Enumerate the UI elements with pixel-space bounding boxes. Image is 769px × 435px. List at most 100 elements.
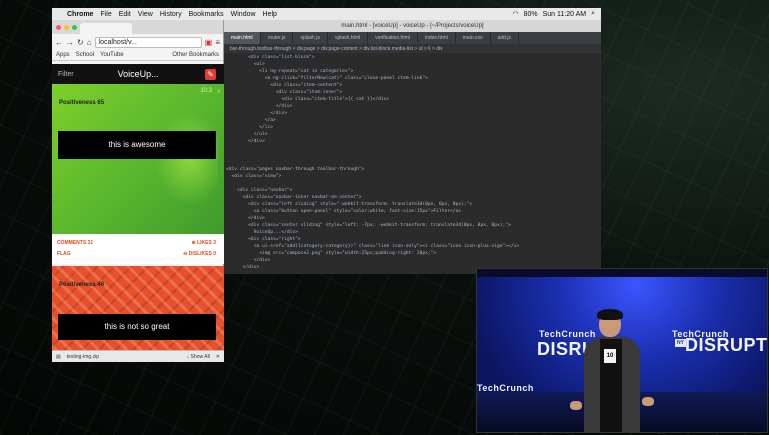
menu-edit[interactable]: Edit xyxy=(119,11,131,18)
search-icon[interactable]: ⌕ xyxy=(591,10,595,18)
address-bar[interactable]: localhost/v... xyxy=(94,36,202,48)
code-line[interactable]: <div class="navbar"> xyxy=(226,187,601,194)
code-line[interactable]: <div class="item-inner"> xyxy=(226,89,601,96)
code-line[interactable]: <li ng-repeat="cat in categories"> xyxy=(226,68,601,75)
code-line[interactable] xyxy=(226,180,601,187)
home-icon[interactable]: ⌂ xyxy=(87,38,92,47)
menu-history[interactable]: History xyxy=(160,11,182,18)
chrome-window: ← → ↻ ⌂ localhost/v... ▣ ≡ Apps School Y… xyxy=(52,20,224,362)
code-line[interactable]: <img src="compose2.png" style="width:25p… xyxy=(226,250,601,257)
code-line[interactable]: <div class="right"> xyxy=(226,236,601,243)
editor-tab[interactable]: splash.js xyxy=(293,32,328,44)
code-line[interactable]: </ul> xyxy=(226,131,601,138)
battery-percent[interactable]: 80% xyxy=(524,11,538,18)
code-line[interactable]: </li> xyxy=(226,124,601,131)
editor-tab[interactable]: router.js xyxy=(261,32,294,44)
menubar-clock[interactable]: Sun 11:20 AM xyxy=(543,11,586,18)
dislikes-count: DISLIKES 0 xyxy=(188,251,216,257)
app-navbar: Filter VoiceUp... ✎ xyxy=(52,64,224,84)
editor-tab[interactable]: main.css xyxy=(456,32,491,44)
speaker-hand xyxy=(570,401,582,410)
close-icon[interactable]: ✕ xyxy=(216,354,220,360)
code-line[interactable]: </div> xyxy=(226,215,601,222)
code-line[interactable]: <div class="navbar-inner navbar-on-cente… xyxy=(226,194,601,201)
stage-rigging xyxy=(477,269,767,277)
close-window-icon[interactable] xyxy=(56,25,61,30)
code-line[interactable]: <div class="item-title">{{ cat }}</div> xyxy=(226,96,601,103)
browser-tab[interactable] xyxy=(80,23,132,34)
reload-icon[interactable]: ↻ xyxy=(77,38,84,47)
bookmarks-bar: Apps School YouTube Other Bookmarks xyxy=(52,50,223,61)
card-quote: this is awesome xyxy=(58,131,216,159)
code-line[interactable] xyxy=(226,145,601,152)
speaker-hand xyxy=(642,397,654,406)
menu-file[interactable]: File xyxy=(100,11,111,18)
code-editor-window: main.html - [voiceUp] - voiceUp - [~/Pro… xyxy=(224,20,601,274)
card-title: Positiveness 65 xyxy=(59,100,105,106)
bookmark-school[interactable]: School xyxy=(76,52,94,58)
comment-card[interactable]: Positiveness 65 10:3 › xyxy=(52,84,224,234)
card-timestamp: 10:3 xyxy=(200,88,212,94)
code-line[interactable] xyxy=(226,159,601,166)
bookmark-youtube[interactable]: YouTube xyxy=(100,52,124,58)
zoom-window-icon[interactable] xyxy=(72,25,77,30)
menu-bookmarks[interactable]: Bookmarks xyxy=(189,11,224,18)
comments-link[interactable]: COMMENTS 31 xyxy=(57,240,93,246)
code-line[interactable]: </div> xyxy=(226,138,601,145)
code-line[interactable] xyxy=(226,152,601,159)
filter-button[interactable]: Filter xyxy=(58,71,74,78)
editor-tab[interactable]: verification.html xyxy=(368,32,418,44)
forward-icon[interactable]: → xyxy=(66,38,74,47)
bookmark-apps[interactable]: Apps xyxy=(56,52,70,58)
toolbar: ← → ↻ ⌂ localhost/v... ▣ ≡ xyxy=(52,34,223,50)
code-line[interactable]: </div> xyxy=(226,257,601,264)
code-line[interactable]: <div class="center sliding" style="left:… xyxy=(226,222,601,229)
code-line[interactable]: <div class="pages navbar-through toolbar… xyxy=(226,166,601,173)
code-line[interactable]: <a ui-sref="add({category:category})" cl… xyxy=(226,243,601,250)
card-title: Positiveness 46 xyxy=(59,282,105,288)
code-line[interactable]: </div> xyxy=(226,103,601,110)
menubar-app-name[interactable]: Chrome xyxy=(67,11,93,18)
code-line[interactable]: <div class="left sliding" style="-webkit… xyxy=(226,201,601,208)
code-area[interactable]: <div class="list-block"> <ul> <li ng-rep… xyxy=(224,53,601,274)
app-title: VoiceUp... xyxy=(117,69,159,79)
card-quote: this is not so great xyxy=(58,314,216,340)
editor-tab[interactable]: main.html xyxy=(224,32,261,44)
brand-logo: DISRUPT xyxy=(685,335,768,355)
extension-icon[interactable]: ▣ xyxy=(205,38,213,47)
code-line[interactable]: <div class="view"> xyxy=(226,173,601,180)
speaker-video: TechCrunch DISRUPT NY TechCrunch DISRUPT… xyxy=(476,268,768,433)
editor-tab[interactable]: splash.html xyxy=(328,32,369,44)
file-icon: ▤ xyxy=(56,353,61,360)
menu-view[interactable]: View xyxy=(138,11,153,18)
back-icon[interactable]: ← xyxy=(55,38,63,47)
code-line[interactable]: </a> xyxy=(226,117,601,124)
show-all-button[interactable]: ↓ Show All xyxy=(187,354,210,360)
code-line[interactable]: <a ng-click="filterNow(cat)" class="clos… xyxy=(226,75,601,82)
code-line[interactable]: VoiceUp...</div> xyxy=(226,229,601,236)
compose-icon[interactable]: ✎ xyxy=(205,68,216,80)
code-line[interactable]: <a class="button open-panel" style="colo… xyxy=(226,208,601,215)
menu-window[interactable]: Window xyxy=(231,11,256,18)
editor-tab[interactable]: add.js xyxy=(491,32,519,44)
menu-icon[interactable]: ≡ xyxy=(215,38,220,47)
wifi-icon[interactable]: ◠ xyxy=(512,10,518,18)
code-line[interactable]: <ul> xyxy=(226,61,601,68)
code-line[interactable]: <div class="list-block"> xyxy=(226,54,601,61)
flag-link[interactable]: FLAG xyxy=(57,251,71,257)
other-bookmarks[interactable]: Other Bookmarks xyxy=(172,52,219,58)
editor-breadcrumb[interactable]: bar-through.toolbar-through > div.page >… xyxy=(224,44,601,53)
menu-help[interactable]: Help xyxy=(263,11,277,18)
download-item[interactable]: testing-img.zip xyxy=(67,354,99,360)
likes-count: LIKES 3 xyxy=(197,240,216,246)
editor-title: main.html - [voiceUp] - voiceUp - [~/Pro… xyxy=(224,20,601,32)
minimize-window-icon[interactable] xyxy=(64,25,69,30)
chevron-right-icon: › xyxy=(217,88,220,95)
code-line[interactable]: <div class="item-content"> xyxy=(226,82,601,89)
likes-button[interactable]: ⊕ LIKES 3 xyxy=(192,240,217,246)
editor-tab[interactable]: index.html xyxy=(418,32,456,44)
dislikes-button[interactable]: ⊖ DISLIKES 0 xyxy=(183,251,216,257)
code-line[interactable]: </div> xyxy=(226,110,601,117)
speaker-hair xyxy=(597,309,623,320)
screen-recording-frame: Chrome File Edit View History Bookmarks … xyxy=(0,0,769,435)
